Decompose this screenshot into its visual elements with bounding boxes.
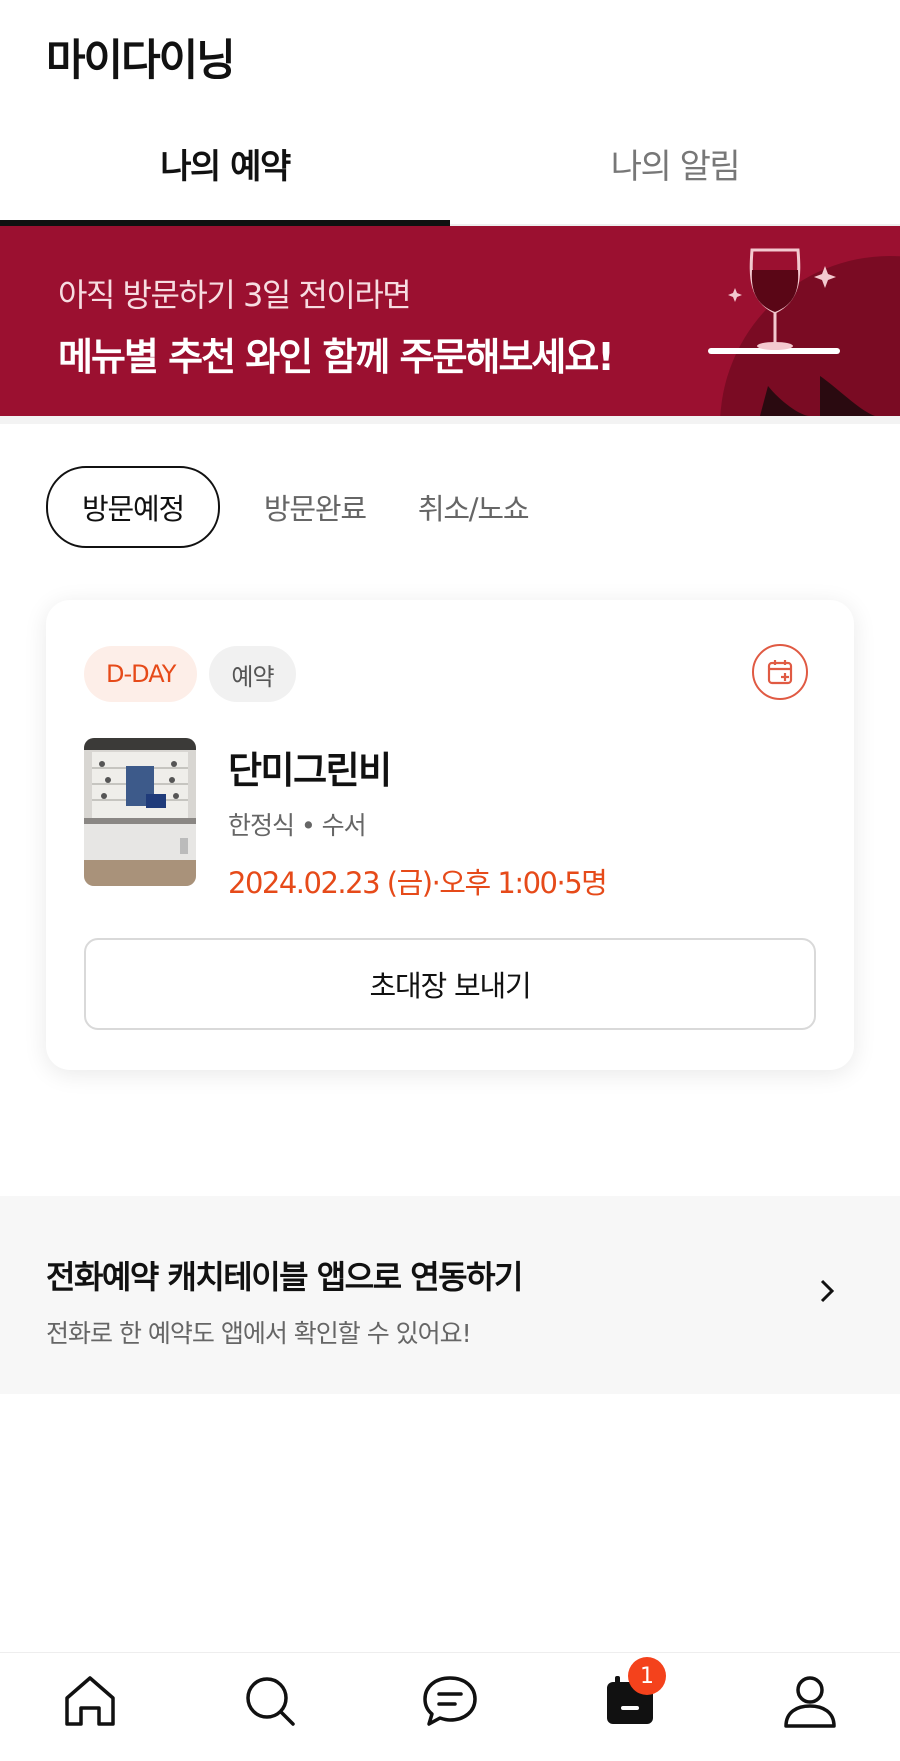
store-category-location: 한정식 • 수서 [228,811,367,840]
nav-reservations[interactable]: 1 [590,1657,670,1741]
notification-badge: 1 [628,1657,666,1695]
store-row[interactable]: 단미그린비 한정식 • 수서 2024.02.23 (금)·오후 1:00·5명 [84,738,816,902]
page-title: 마이다이닝 [46,36,236,86]
tab-my-reservations[interactable]: 나의 예약 [0,112,450,226]
filter-completed[interactable]: 방문완료 [264,486,367,528]
app-header: 마이다이닝 [0,0,900,112]
chevron-right-icon [820,1279,835,1303]
bottom-navigation: 1 [0,1652,900,1761]
promo-title: 전화예약 캐치테이블 앱으로 연동하기 [46,1258,523,1296]
chat-icon [423,1676,477,1726]
nav-home[interactable] [50,1661,130,1741]
add-to-calendar-button[interactable] [752,644,808,700]
reservation-datetime: 2024.02.23 (금)·오후 1:00·5명 [228,866,608,900]
badge-row: D-DAY 예약 [84,646,816,702]
nav-chat[interactable] [410,1661,490,1741]
reservation-card[interactable]: D-DAY 예약 단미그린비 한정식 • 수서 2024.02.23 (금)·오… [46,600,854,1070]
main-tabs: 나의 예약 나의 알림 [0,112,900,226]
nav-search[interactable] [230,1661,310,1741]
calendar-add-icon [767,660,793,685]
status-filters: 방문예정 방문완료 취소/노쇼 [0,424,900,550]
wine-promo-banner[interactable]: 아직 방문하기 3일 전이라면 메뉴별 추천 와인 함께 주문해보세요! [0,226,900,416]
dday-badge: D-DAY [84,646,198,702]
home-icon [65,1676,115,1726]
nav-profile[interactable] [770,1661,850,1741]
section-divider [0,416,900,424]
filter-cancelled[interactable]: 취소/노쇼 [418,486,530,528]
reservation-type-badge: 예약 [209,646,296,702]
tab-my-notifications[interactable]: 나의 알림 [450,112,900,224]
send-invitation-button[interactable]: 초대장 보내기 [84,938,816,1030]
promo-subtitle: 전화로 한 예약도 앱에서 확인할 수 있어요! [46,1319,472,1348]
search-icon [246,1677,295,1726]
profile-icon [784,1676,836,1728]
phone-reservation-link-banner[interactable]: 전화예약 캐치테이블 앱으로 연동하기 전화로 한 예약도 앱에서 확인할 수 … [0,1196,900,1394]
filter-upcoming[interactable]: 방문예정 [46,466,220,548]
wine-glass-icon [708,248,900,416]
store-thumbnail [84,738,196,886]
store-name: 단미그린비 [228,749,392,792]
store-info: 단미그린비 한정식 • 수서 2024.02.23 (금)·오후 1:00·5명 [228,738,608,902]
